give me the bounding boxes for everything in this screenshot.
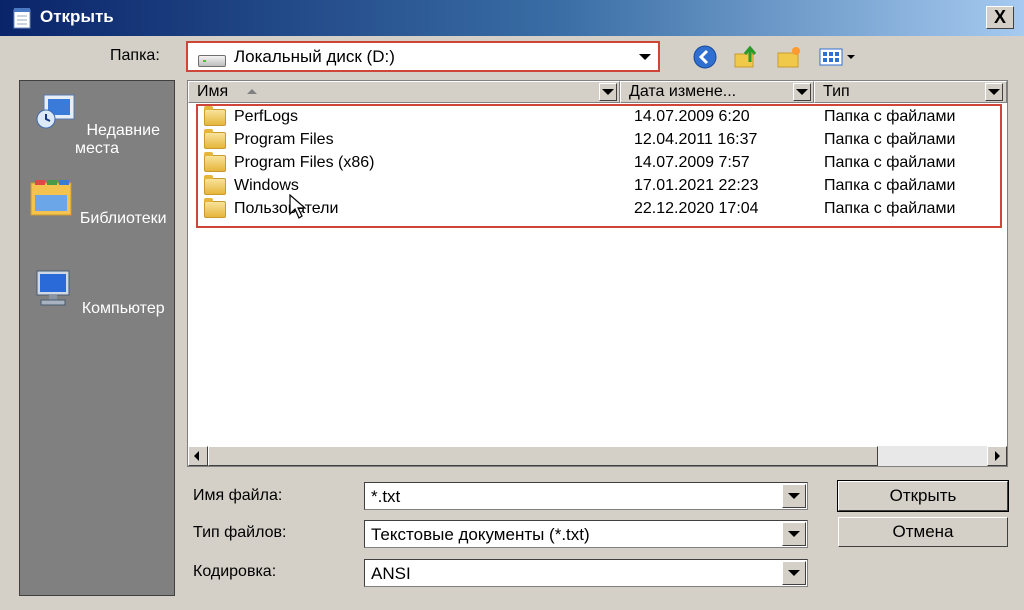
column-header-name-label: Имя: [197, 83, 229, 100]
place-recent[interactable]: Недавние места: [20, 91, 174, 158]
type-column-filter-button[interactable]: [985, 83, 1003, 101]
title-bar: Открыть X: [0, 0, 1024, 36]
column-header-date-label: Дата измене...: [629, 83, 737, 100]
up-folder-icon[interactable]: [733, 44, 759, 70]
folder-value: Локальный диск (D:): [234, 47, 395, 66]
filetype-dropdown-button[interactable]: [782, 522, 806, 546]
filename-dropdown-button[interactable]: [782, 484, 806, 508]
place-libraries-label: Библиотеки: [79, 210, 167, 227]
encoding-value: ANSI: [371, 564, 411, 583]
encoding-select[interactable]: ANSI: [364, 559, 808, 587]
column-header-date[interactable]: Дата измене...: [620, 81, 814, 103]
place-computer[interactable]: Компьютер: [20, 269, 174, 318]
folder-label: Папка:: [110, 47, 160, 64]
scroll-thumb[interactable]: [208, 446, 878, 466]
notepad-icon: [13, 8, 31, 29]
filetype-value: Текстовые документы (*.txt): [371, 525, 590, 544]
encoding-label: Кодировка:: [193, 563, 277, 580]
filename-value: *.txt: [371, 487, 401, 506]
file-list[interactable]: Имя Дата измене... Тип PerfLogs 14.07.20…: [187, 80, 1008, 467]
close-button[interactable]: X: [986, 6, 1014, 29]
window-title: Открыть: [40, 7, 114, 26]
recent-places-icon: [36, 94, 75, 129]
filetype-select[interactable]: Текстовые документы (*.txt): [364, 520, 808, 548]
computer-icon: [36, 270, 70, 306]
filetype-label: Тип файлов:: [193, 524, 287, 541]
horizontal-scrollbar[interactable]: [188, 446, 1007, 466]
highlight-frame: [196, 104, 1002, 228]
libraries-icon: [30, 180, 72, 216]
sort-ascending-icon: [246, 89, 257, 95]
places-bar: Недавние места Библиотеки Компьютер: [19, 80, 175, 596]
folder-dropdown-button[interactable]: [633, 44, 657, 69]
place-libraries[interactable]: Библиотеки: [20, 179, 174, 228]
open-button[interactable]: Открыть: [837, 480, 1009, 512]
column-header-name[interactable]: Имя: [188, 81, 620, 103]
view-menu-icon[interactable]: [818, 44, 860, 70]
scroll-right-button[interactable]: [987, 446, 1007, 466]
column-header-type[interactable]: Тип: [814, 81, 1007, 103]
scroll-left-button[interactable]: [188, 446, 208, 466]
date-column-filter-button[interactable]: [793, 83, 811, 101]
back-icon[interactable]: [692, 44, 718, 70]
cancel-button[interactable]: Отмена: [838, 517, 1008, 547]
place-recent-label: Недавние места: [75, 122, 160, 157]
place-computer-label: Компьютер: [81, 300, 165, 317]
drive-icon: [198, 55, 226, 67]
filename-input[interactable]: *.txt: [364, 482, 808, 510]
folder-combobox[interactable]: Локальный диск (D:): [186, 41, 660, 72]
column-header-type-label: Тип: [823, 83, 850, 100]
encoding-dropdown-button[interactable]: [782, 561, 806, 585]
close-icon: X: [993, 7, 1006, 27]
name-column-filter-button[interactable]: [599, 83, 617, 101]
new-folder-icon[interactable]: [776, 44, 802, 70]
filename-label: Имя файла:: [193, 487, 283, 504]
mouse-cursor-icon: [289, 194, 307, 219]
